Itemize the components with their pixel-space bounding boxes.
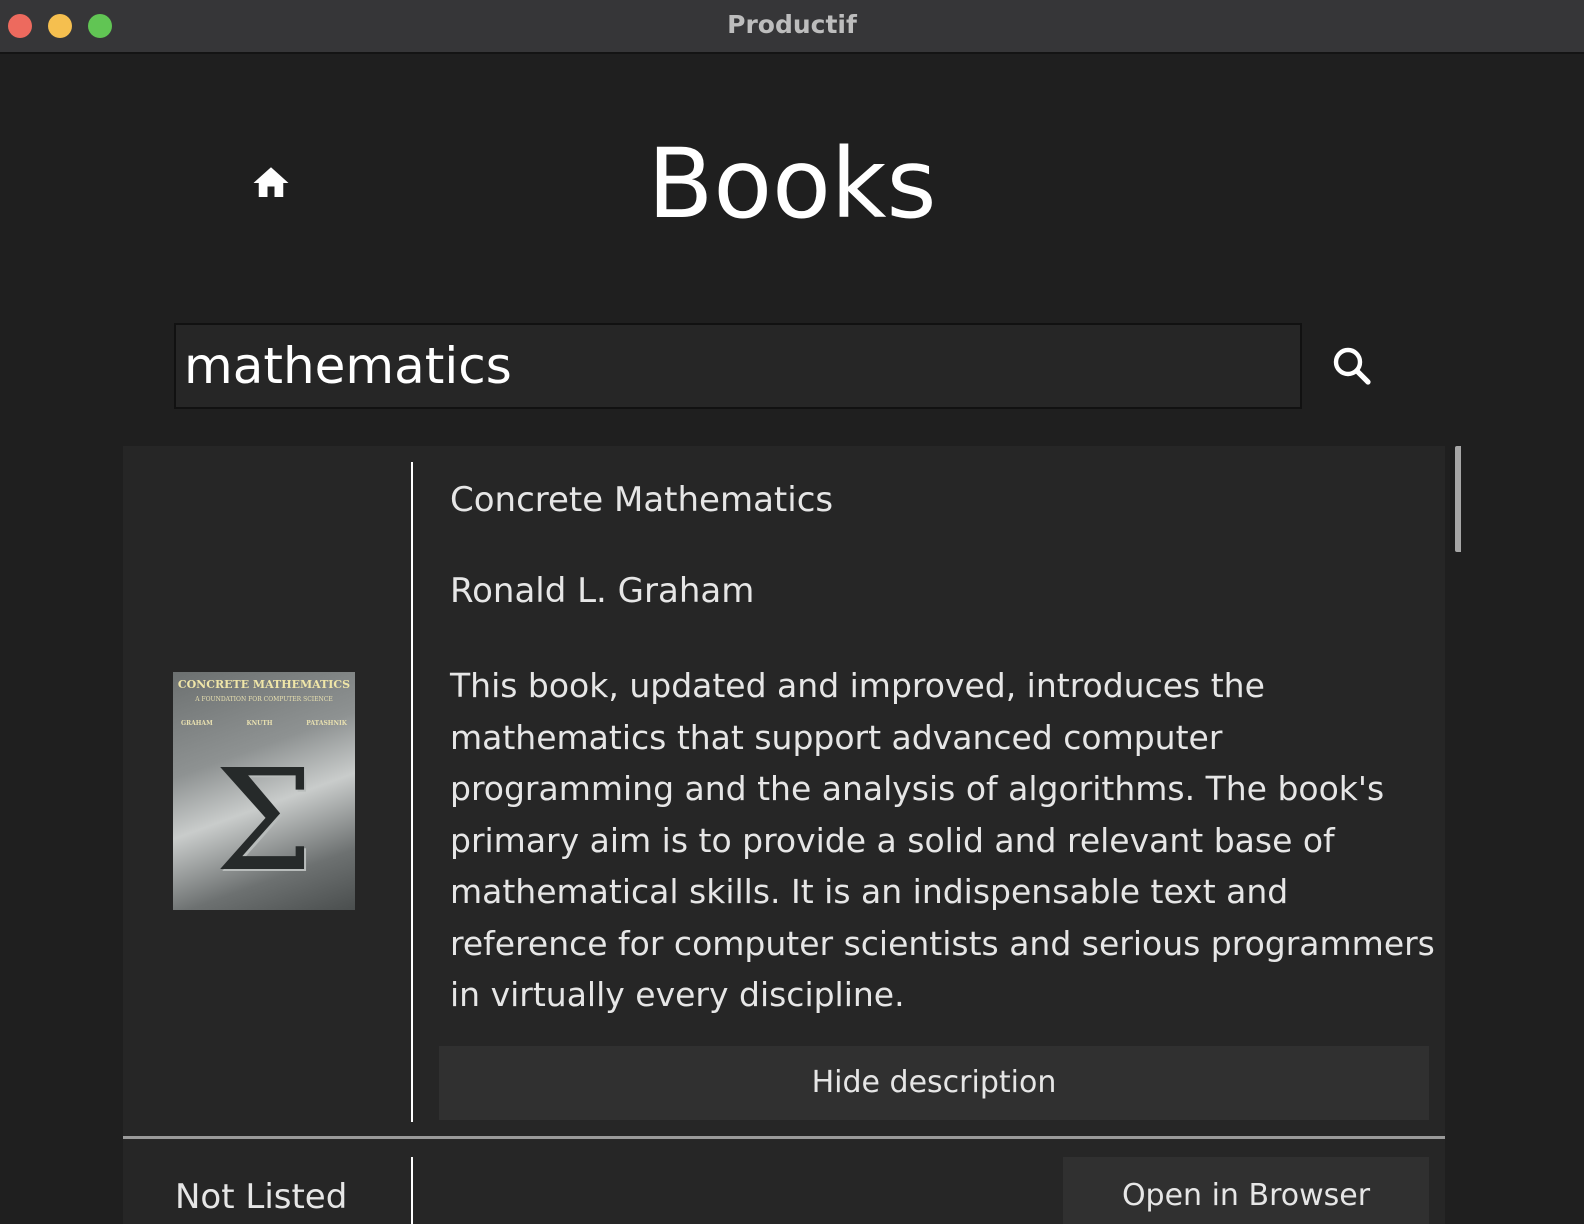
cover-title: CONCRETE MATHEMATICS [177,678,351,691]
book-title: Concrete Mathematics [450,480,834,520]
cover-author: PATASHNIK [306,720,347,727]
book-description: This book, updated and improved, introdu… [450,666,1435,1014]
card-divider [411,1157,413,1224]
results-list: CONCRETE MATHEMATICS A FOUNDATION FOR CO… [123,446,1461,1224]
search-button[interactable] [1328,342,1376,390]
book-card: CONCRETE MATHEMATICS A FOUNDATION FOR CO… [123,446,1461,1138]
page-title: Books [647,128,937,240]
open-in-browser-button[interactable]: Open in Browser [1063,1157,1429,1224]
card-divider [411,462,413,1122]
cover-subtitle: A FOUNDATION FOR COMPUTER SCIENCE [195,696,333,703]
hide-description-button[interactable]: Hide description [439,1046,1429,1120]
book-author: Ronald L. Graham [450,571,755,611]
search-icon [1333,347,1371,385]
cover-authors: GRAHAM KNUTH PATASHNIK [181,720,347,727]
app-window: Productif Books CONCRETE MATHEMATICS A F… [0,0,1584,1224]
window-title: Productif [727,10,857,39]
cover-author: KNUTH [246,720,273,727]
scrollbar-thumb[interactable] [1455,446,1461,552]
book-cover: CONCRETE MATHEMATICS A FOUNDATION FOR CO… [173,672,355,910]
sigma-symbol: Σ [214,740,314,903]
title-bar: Productif [0,0,1584,54]
cover-author: GRAHAM [181,720,213,727]
listing-status: Not Listed [175,1177,348,1217]
book-card: Not Listed Open in Browser [123,1139,1445,1224]
search-input[interactable] [174,323,1302,409]
scrollbar-track[interactable] [1445,446,1461,1224]
